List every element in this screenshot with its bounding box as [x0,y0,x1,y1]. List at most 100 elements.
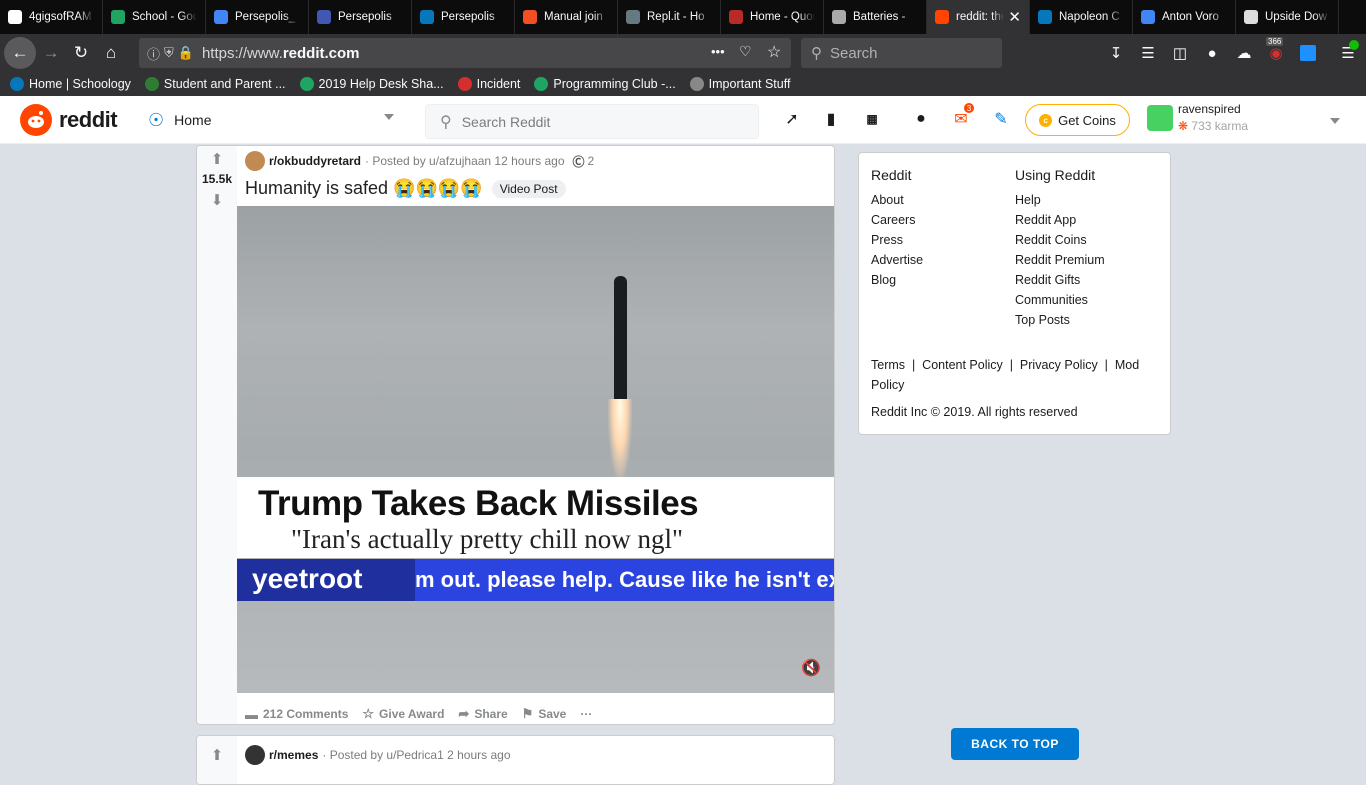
page-actions-icon[interactable]: ••• [711,44,725,59]
bookmark-star-icon[interactable]: ☆ [767,42,781,62]
bookmark-item[interactable]: Programming Club -... [534,77,676,91]
footer-link[interactable]: Careers [871,210,923,230]
browser-tab[interactable]: Home - Quora [721,0,824,34]
footer-link[interactable]: Press [871,230,923,250]
folder-icon [689,77,704,91]
save-button[interactable]: ⚑ Save [522,706,567,722]
comment-icon: ▬ [245,706,258,722]
create-post-icon[interactable]: ✎ [990,108,1012,130]
footer-link[interactable]: Reddit Premium [1015,250,1105,270]
sidebar-icon[interactable]: ◫ [1167,38,1193,68]
home-dropdown[interactable]: ☉ Home [148,104,398,136]
footer-link[interactable]: About [871,190,923,210]
chat-icon[interactable]: ● [910,108,932,130]
downvote-arrow-icon[interactable]: ⬇ [208,191,226,209]
bookmark-item[interactable]: Student and Parent ... [144,77,286,91]
user-menu[interactable]: ravenspired ❋ 733 karma [1147,102,1248,133]
mail-icon[interactable]: ✉ 3 [950,102,975,130]
bookmark-item[interactable]: Important Stuff [689,77,790,91]
footer-link[interactable]: Reddit Gifts [1015,270,1105,290]
browser-tab[interactable]: School - Google Drive [103,0,206,34]
close-tab-icon[interactable]: ✕ [1008,8,1021,26]
footer-link[interactable]: Help [1015,190,1105,210]
quizlet-icon [317,10,331,24]
legal-link[interactable]: Content Policy [922,358,1003,372]
bookmark-label: Programming Club -... [553,77,676,91]
browser-tab[interactable]: Napoleon C [1030,0,1133,34]
bookmark-item[interactable]: 2019 Help Desk Sha... [299,77,444,91]
stats-icon[interactable]: ▮ [820,108,842,130]
mail-badge: 3 [963,102,975,114]
get-coins-button[interactable]: c Get Coins [1025,104,1130,136]
browser-tab[interactable]: Upside Dow [1236,0,1339,34]
subreddit-link[interactable]: r/memes [269,748,318,762]
tab-title: Anton Voro [1162,11,1219,23]
browser-tab[interactable]: Persepolis [412,0,515,34]
post-flair[interactable]: Video Post [491,179,566,198]
footer-link[interactable]: Communities [1015,290,1105,310]
video-headline: Trump Takes Back Missiles [258,484,699,523]
library-icon[interactable]: ☰ [1135,38,1161,68]
reddit-search-input[interactable]: ⚲ Search Reddit [425,104,759,139]
home-button[interactable]: ⌂ [96,38,126,68]
browser-tab[interactable]: Repl.it - Ho [618,0,721,34]
more-options-button[interactable]: ··· [580,707,592,721]
post-card[interactable]: ⬆ r/memes · Posted by u/Pedrica1 2 hours… [196,735,835,785]
upvote-arrow-icon[interactable]: ⬆ [208,150,226,168]
video-player[interactable]: Trump Takes Back Missiles "Iran's actual… [237,206,834,693]
post-title[interactable]: Humanity is safed 😭😭😭😭 [245,178,483,199]
legal-link[interactable]: Privacy Policy [1020,358,1098,372]
adblock-extension-icon[interactable]: ◉ 366 [1263,37,1289,68]
downloads-icon[interactable]: ↧ [1103,38,1129,68]
bookmark-item[interactable]: Incident [457,77,520,91]
footer-link[interactable]: Reddit App [1015,210,1105,230]
comments-button[interactable]: ▬ 212 Comments [245,707,348,722]
share-button[interactable]: ➦ Share [458,706,507,722]
back-to-top-button[interactable]: BACK TO TOP [951,728,1079,760]
separator: | [905,358,923,372]
menu-icon[interactable]: ☰ [1335,38,1361,68]
url-bar[interactable]: ⓘ ⛨ 🔒 https://www. reddit.com ••• ♡ ☆ [139,38,791,68]
subreddit-link[interactable]: r/okbuddyretard [269,154,361,168]
coin-icon: c [1039,113,1053,127]
browser-tab[interactable]: Manual join [515,0,618,34]
popular-icon[interactable]: ➚ [781,108,803,130]
user-menu-chevron-icon[interactable] [1330,118,1340,124]
reload-button[interactable]: ↻ [66,38,96,68]
account-icon[interactable]: ● [1199,38,1225,68]
site-info-icon[interactable]: ⓘ [147,44,160,63]
qr-icon[interactable]: ▦ [861,108,883,130]
post-card[interactable]: ⬆ 15.5k ⬇ r/okbuddyretard · Posted by u/… [196,145,835,725]
browser-tab[interactable]: 4gigsofRAM [0,0,103,34]
forward-button[interactable]: → [36,38,66,68]
more-options-icon: ··· [580,707,593,721]
upvote-arrow-icon[interactable]: ⬆ [208,746,226,764]
drive-icon [534,77,549,91]
footer-link[interactable]: Blog [871,270,923,290]
browser-tab[interactable]: Persepolis_ [206,0,309,34]
mute-icon[interactable]: 🔇 [801,658,821,678]
extension-icon[interactable]: ☁ [1231,38,1257,68]
subreddit-icon[interactable] [245,745,265,765]
replit-icon [626,10,640,24]
posted-by[interactable]: · Posted by u/Pedrica1 2 hours ago [322,748,510,762]
bookmark-item[interactable]: Home | Schoology [10,77,131,91]
tracking-shield-icon[interactable]: ⛨ [164,45,174,61]
subreddit-icon[interactable] [245,151,265,171]
pocket-icon[interactable]: ♡ [739,43,752,60]
footer-link[interactable]: Advertise [871,250,923,270]
browser-tab[interactable]: Anton Voro [1133,0,1236,34]
extension-blue-icon[interactable] [1295,38,1321,68]
legal-link[interactable]: Terms [871,358,905,372]
browser-tab[interactable]: reddit: the front page ✕ [927,0,1030,34]
reddit-logo[interactable]: reddit [20,104,118,136]
browser-tab[interactable]: Persepolis [309,0,412,34]
posted-by[interactable]: · Posted by u/afzujhaan 12 hours ago [365,154,564,168]
give-award-button[interactable]: ☆ Give Award [362,706,444,722]
browser-tab[interactable]: Batteries - [824,0,927,34]
footer-link[interactable]: Top Posts [1015,310,1105,330]
github-icon [8,10,22,24]
footer-link[interactable]: Reddit Coins [1015,230,1105,250]
browser-search-bar[interactable]: ⚲ Search [801,38,1002,68]
back-button[interactable]: ← [4,37,36,69]
